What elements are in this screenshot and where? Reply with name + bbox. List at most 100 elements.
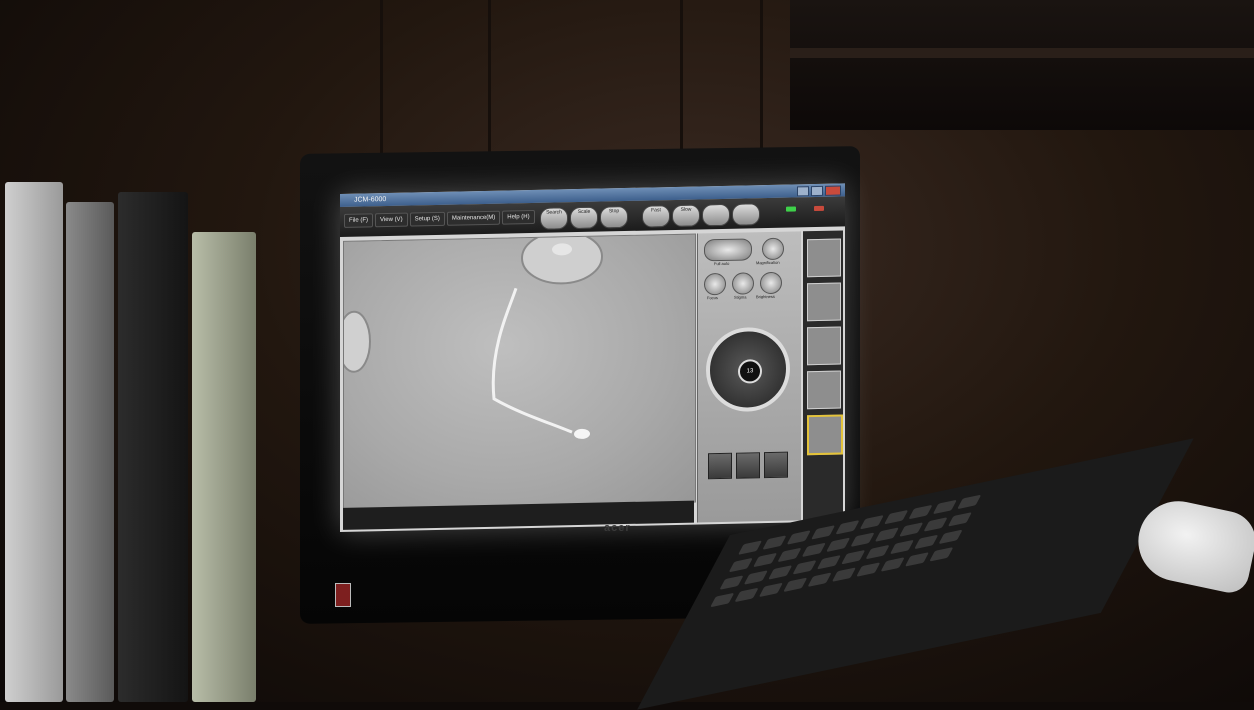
monitor-screen: JCM-6000 File (F) View (V) Setup (S) Mai… [340,183,845,532]
key [835,520,860,535]
key [762,535,787,550]
toolbar-search-label: Search [546,209,562,216]
key [826,537,851,553]
status-indicator [786,206,796,212]
fiber-tip [574,428,590,439]
menu-bar: File (F) View (V) Setup (S) Maintenance(… [344,209,535,228]
toolbar-stop-label: Stop [608,208,620,215]
key [710,592,735,608]
magnification-knob[interactable] [762,237,784,261]
stigma-label: Stigma [734,294,747,300]
key [792,560,817,575]
brightness-knob[interactable] [760,271,782,295]
key [801,542,826,558]
key [859,514,884,530]
slow-scan-button[interactable]: Slow [672,204,700,228]
key [758,582,784,598]
thumbnail-image[interactable] [807,326,841,366]
magnification-preset-button[interactable] [708,452,732,480]
thumbnail-image[interactable] [807,238,841,278]
thumbnail-strip [803,230,843,521]
key [899,522,924,537]
key [743,570,768,585]
sem-image-content [344,234,603,439]
maximize-button[interactable] [811,185,823,197]
green-binder [192,232,256,702]
particle-feature [344,310,371,373]
key [768,565,793,580]
key [914,534,939,550]
search-button[interactable]: Search [540,207,568,230]
scan-button[interactable] [732,203,760,226]
fiber-strand [491,287,573,434]
window-title: JCM-6000 [354,196,387,204]
key [777,547,802,563]
close-button[interactable] [825,185,841,196]
key [841,549,866,565]
key [737,540,763,555]
sem-image-view[interactable] [343,233,696,510]
magnification-label: Magnification [756,259,780,266]
brightness-label: Brightness [756,293,775,300]
full-auto-button[interactable] [704,238,752,262]
key [856,562,881,577]
key [734,587,759,603]
monitor-brand-logo: acer [604,522,631,534]
key [889,539,915,555]
key [884,509,909,525]
windows-sticker [335,583,351,607]
toolbar-scale-label: Scale [577,208,591,216]
full-auto-label: Full auto [714,260,730,267]
key [728,557,753,573]
key [938,529,963,545]
menu-help[interactable]: Help (H) [502,209,535,225]
key [874,527,899,542]
toolbar-slow-label: Slow [680,206,692,213]
binder [66,202,114,702]
stigma-knob[interactable] [732,272,754,295]
shelf-cabinet [790,0,1254,130]
key [850,532,875,547]
focus-knob[interactable] [704,272,726,296]
key [932,499,957,515]
shelf-edge [790,48,1254,58]
stop-button[interactable]: Stop [600,205,628,229]
window-controls [797,185,841,197]
magnification-preset-button[interactable] [736,452,760,479]
key [904,552,930,567]
thumbnail-image-selected[interactable] [807,414,843,456]
menu-maintenance[interactable]: Maintenance(M) [446,210,501,226]
key [807,572,832,587]
thumbnail-image[interactable] [807,370,841,410]
fast-scan-button[interactable]: Fast [642,205,670,228]
key [865,544,890,560]
scan-button[interactable] [702,203,730,227]
key [810,525,836,540]
particle-feature [521,234,603,285]
key [908,504,933,520]
menu-file[interactable]: File (F) [344,213,373,228]
key [957,494,982,510]
minimize-button[interactable] [797,186,809,197]
white-binder [5,182,63,702]
key [831,567,857,582]
key [880,557,905,572]
key [923,517,948,532]
status-indicator [814,205,824,212]
stage-joystick[interactable]: 13 [706,326,790,413]
black-binder [118,192,188,702]
control-panel: Full auto Magnification Focus Stigma Bri… [697,231,801,523]
thumbnail-image[interactable] [807,282,841,322]
scale-button[interactable]: Scale [570,206,598,230]
joystick-center-button[interactable]: 13 [738,359,762,384]
magnification-preset-button[interactable] [764,451,788,479]
key [947,512,973,527]
menu-view[interactable]: View (V) [375,212,408,228]
toolbar-fast-label: Fast [651,207,661,214]
binder-stack [0,160,270,702]
key [816,554,841,570]
key [753,552,778,568]
key [929,547,954,562]
focus-label: Focus [707,295,718,301]
menu-setup[interactable]: Setup (S) [409,211,445,227]
